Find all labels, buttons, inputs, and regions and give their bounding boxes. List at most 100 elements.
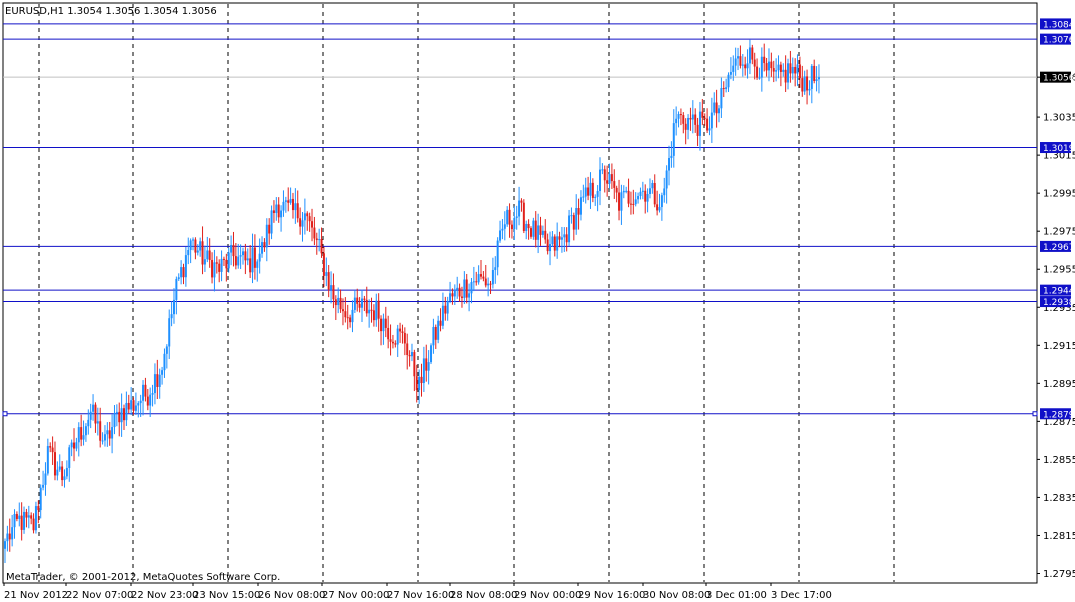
level-price-label: 1.2938 [1043, 298, 1075, 308]
candle-body [403, 332, 406, 344]
candle-body [584, 187, 587, 197]
candle-body [103, 434, 106, 441]
candle-body [563, 234, 566, 238]
candle-body [572, 215, 575, 230]
y-tick-label: 1.2955 [1043, 265, 1075, 276]
candle-body [346, 317, 349, 319]
candle-body [377, 300, 380, 319]
candle-body [89, 411, 92, 420]
candle-body [199, 241, 202, 251]
candle-body [20, 515, 23, 530]
candle-body [230, 244, 233, 253]
candle-body [525, 223, 528, 231]
candle-body [339, 297, 342, 310]
candle-body [787, 63, 790, 83]
candle-body [137, 403, 140, 406]
y-tick-label: 1.3035 [1043, 113, 1075, 124]
candle-body [727, 74, 730, 88]
candle-body [491, 269, 494, 285]
candle-body [111, 427, 114, 439]
candle-body [660, 195, 663, 208]
candle-body [582, 196, 585, 198]
candle-body [303, 213, 306, 221]
candle-body [815, 79, 818, 82]
candle-body [810, 65, 813, 89]
candle-body [213, 262, 216, 278]
candle-body [37, 506, 40, 511]
candle-body [596, 190, 599, 197]
candle-body [30, 515, 33, 519]
candle-body [684, 123, 687, 130]
candle-body [242, 251, 244, 256]
candle-body [42, 484, 45, 488]
candle-body [672, 123, 675, 156]
candle-body [560, 237, 563, 240]
candle-body [23, 511, 26, 530]
candle-body [646, 194, 649, 202]
level-handle[interactable] [1032, 411, 1038, 417]
candle-body [315, 238, 318, 241]
candle-body [275, 204, 278, 214]
candle-body [25, 511, 28, 518]
candle-body [61, 466, 64, 481]
candle-body [648, 188, 651, 195]
copyright-text: MetaTrader, © 2001-2012, MetaQuotes Soft… [6, 572, 280, 583]
candle-body [522, 202, 525, 231]
y-tick-label: 1.2975 [1043, 227, 1075, 238]
x-tick-label: 26 Nov 08:00 [258, 590, 325, 601]
candle [532, 217, 535, 240]
candle-body [106, 430, 109, 435]
candle-body [153, 374, 156, 394]
candle-body [182, 267, 185, 278]
candle-body [384, 318, 387, 328]
candle-body [625, 190, 628, 192]
candle-body [372, 310, 375, 321]
candle-body [715, 102, 718, 114]
candle-body [477, 274, 480, 283]
candle-body [410, 352, 413, 357]
candle-body [565, 234, 568, 243]
candle [430, 343, 433, 365]
candle-body [6, 533, 9, 542]
candle-body [729, 71, 732, 75]
candle-body [406, 343, 409, 356]
candle-body [587, 187, 590, 196]
candle-body [222, 258, 225, 260]
level-price-label: 1.2879 [1043, 410, 1075, 420]
candle-body [294, 203, 297, 211]
candle-body [539, 225, 542, 235]
candle-body [382, 318, 385, 332]
candle-body [803, 76, 806, 92]
candle-body [508, 209, 511, 225]
candle-body [101, 440, 104, 442]
candle-body [389, 339, 392, 342]
candle-body [620, 192, 623, 211]
candle-body [418, 376, 421, 390]
candle-body [415, 376, 418, 390]
candle-body [234, 256, 237, 266]
candle-body [92, 404, 95, 412]
level-handle[interactable] [2, 411, 8, 417]
candle-body [701, 111, 704, 118]
candle-body [725, 87, 728, 90]
candle-body [313, 227, 316, 239]
candle-body [579, 197, 582, 215]
candle-body [327, 272, 330, 290]
candle-body [282, 201, 285, 211]
candle-body [663, 188, 666, 196]
candle-body [296, 203, 299, 219]
candle-body [756, 66, 759, 78]
candle-body [741, 64, 744, 66]
candle [522, 199, 525, 234]
candle-body [220, 258, 223, 272]
candle-body [280, 210, 283, 218]
candle-body [308, 216, 311, 222]
candle-body [687, 117, 690, 130]
candle-body [791, 67, 794, 74]
candle-body [610, 174, 613, 182]
candle-body [518, 200, 521, 217]
candle-body [322, 253, 325, 276]
price-chart[interactable]: 1.27951.28151.28351.28551.28751.28951.29… [0, 0, 1075, 602]
candle-body [732, 65, 735, 72]
candle-body [165, 346, 168, 354]
